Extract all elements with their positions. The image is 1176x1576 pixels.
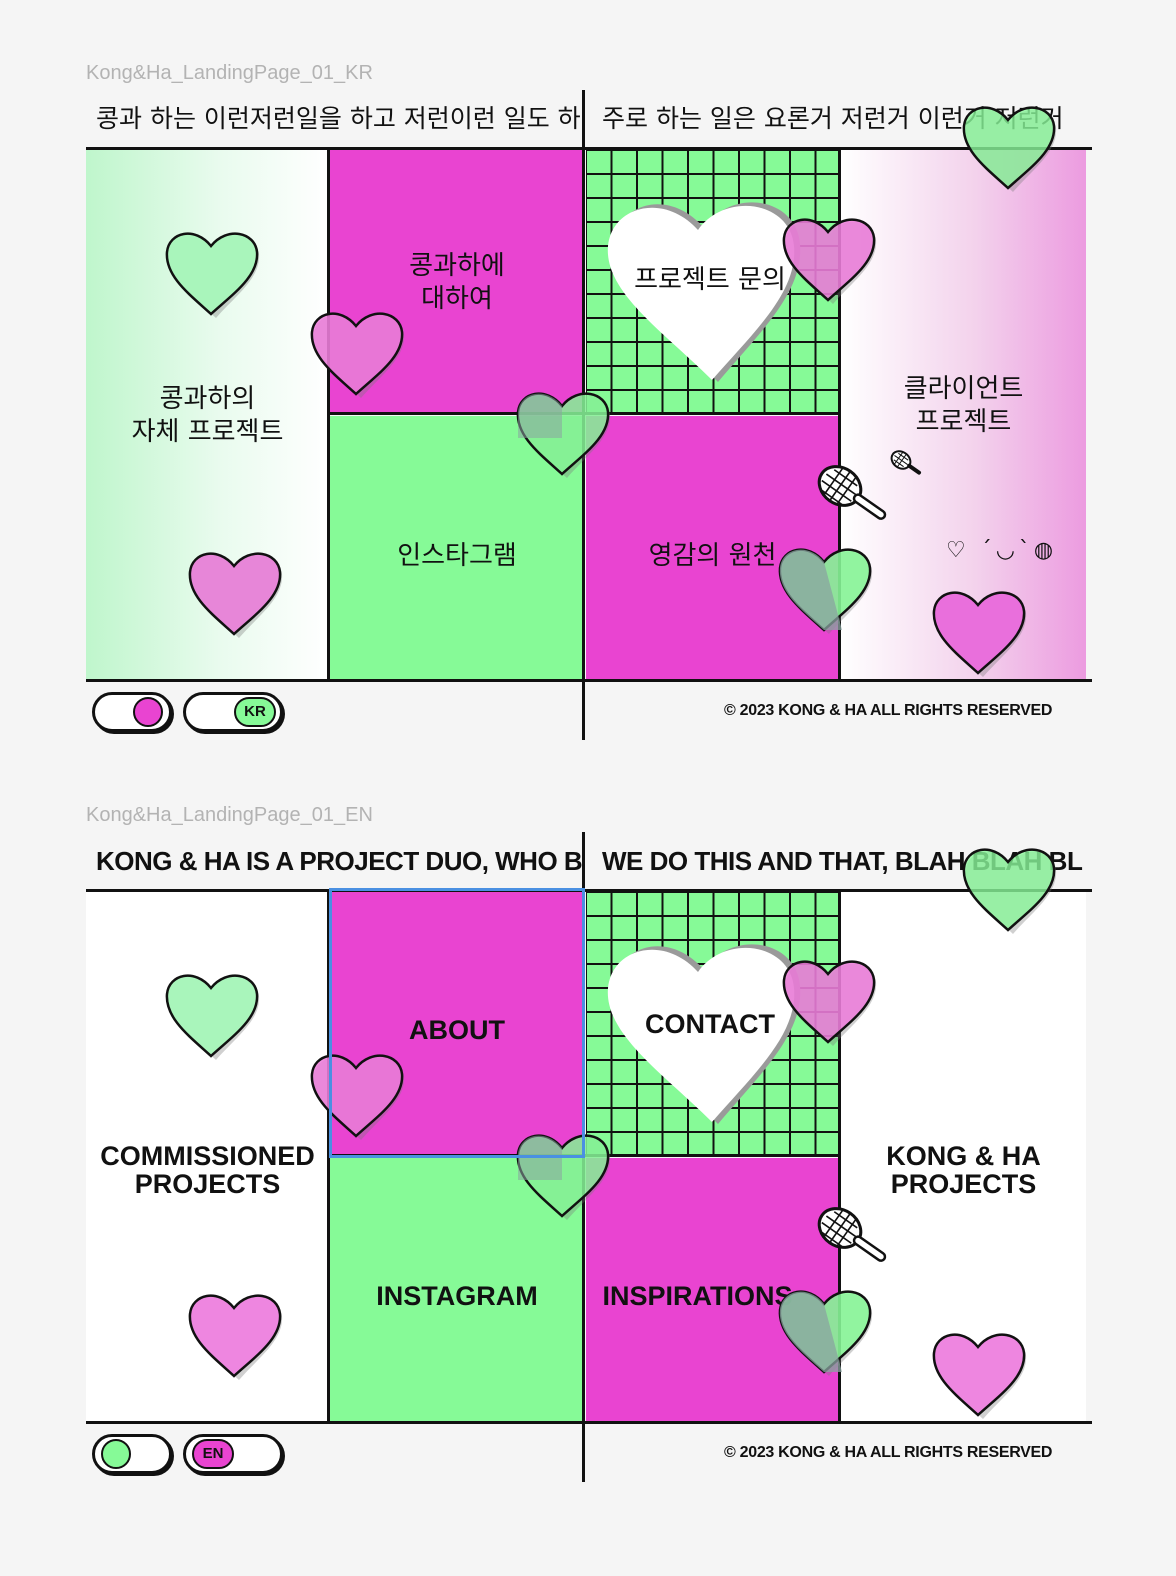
cell-label: 클라이언트 프로젝트 (903, 373, 1024, 437)
tennis-racket-icon (890, 450, 922, 475)
heart-icon (165, 232, 260, 318)
heart-icon (932, 591, 1027, 677)
language-toggle[interactable]: EN (183, 1434, 283, 1474)
heart-icon (516, 392, 611, 478)
copyright: © 2023 KONG & HA ALL RIGHTS RESERVED (724, 702, 1053, 719)
heart-icon (778, 548, 873, 634)
cell-label: INSPIRATIONS (602, 1281, 793, 1311)
language-toggle[interactable]: KR (183, 692, 283, 732)
cell-label: 영감의 원천 (648, 541, 777, 571)
heart-icon (188, 1294, 283, 1380)
landing-page-en: KONG & HA IS A PROJECT DUO, WHO BL WE DO… (0, 832, 1176, 1512)
theme-toggle[interactable] (92, 692, 172, 732)
cell-label: 콩과하에 대하여 (409, 251, 505, 314)
cell-label: KONG & HA PROJECTS (886, 1140, 1041, 1199)
heart-icon (516, 1134, 611, 1220)
landing-page-kr: 콩과 하는 이런저런일을 하고 저런이런 일도 하 주로 하는 일은 요론거 저… (0, 90, 1176, 770)
frame-label-kr: Kong&Ha_LandingPage_01_KR (86, 62, 373, 84)
tennis-racket-icon (817, 1207, 887, 1262)
heart-icon (778, 1290, 873, 1376)
marquee-left: KONG & HA IS A PROJECT DUO, WHO BL (96, 846, 584, 876)
cell-label: INSTAGRAM (376, 1281, 538, 1311)
copyright: © 2023 KONG & HA ALL RIGHTS RESERVED (724, 1444, 1053, 1461)
cell-contact-label-wrap: 프로젝트 문의 (600, 250, 820, 310)
heart-icon (310, 1054, 405, 1140)
language-pill: KR (234, 697, 276, 727)
cell-contact-label-wrap: CONTACT (600, 994, 820, 1054)
divider (86, 889, 1092, 892)
toggle-knob (101, 1439, 131, 1469)
cell-label: ABOUT (409, 1015, 505, 1045)
divider (327, 890, 330, 1423)
cell-label: CONTACT (645, 1009, 775, 1039)
marquee-left: 콩과 하는 이런저런일을 하고 저런이런 일도 하 (96, 104, 581, 133)
cell-label: COMMISSIONED PROJECTS (100, 1140, 315, 1199)
divider (327, 148, 330, 681)
toggle-knob (133, 697, 163, 727)
emoticon: ♡ ˊ◡ˋ◍ (946, 538, 1058, 563)
heart-icon (962, 106, 1057, 192)
cell-label: 인스타그램 (397, 541, 517, 571)
cell-label: 콩과하의 자체 프로젝트 (131, 383, 284, 447)
heart-icon (165, 974, 260, 1060)
heart-icon (188, 552, 283, 638)
divider (86, 147, 1092, 150)
cell-label: 프로젝트 문의 (634, 264, 786, 295)
language-pill: EN (192, 1439, 234, 1469)
heart-icon (962, 848, 1057, 934)
theme-toggle[interactable] (92, 1434, 172, 1474)
heart-icon (310, 312, 405, 398)
frame-label-en: Kong&Ha_LandingPage_01_EN (86, 804, 373, 826)
heart-icon (932, 1333, 1027, 1419)
